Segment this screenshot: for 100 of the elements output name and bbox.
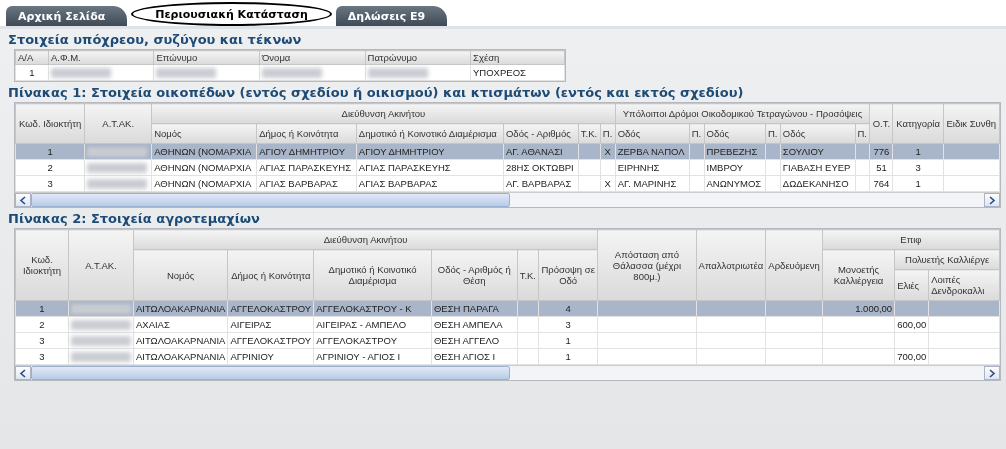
column-header: Απαλλοτριωτέα: [696, 229, 766, 301]
table-row[interactable]: 3 ΑΙΤΩΛΟΑΚΑΡΝΑΝΙΑ ΑΓΓΕΛΟΚΑΣΤΡΟΥ ΑΓΓΕΛΟΚΑΣΤΡΟΥ ΘΕΣΗ ΑΓΓΕΛΟ 1: [15, 332, 1000, 349]
column-header: Υπόλοιποι Δρόμοι Οικοδομικού Τετραγώνου - Προσόψεις: [615, 103, 870, 124]
table-cell: 1: [538, 348, 598, 365]
table-cell: 28ΗΣ ΟΚΤΩΒΡΙ: [503, 159, 579, 176]
table-cell: 700,00: [894, 348, 929, 365]
scroll-left-icon[interactable]: [15, 193, 31, 207]
horizontal-scrollbar[interactable]: [15, 192, 1000, 207]
table-cell: ΑΓΙΑΣ ΠΑΡΑΣΚΕΥΗΣ: [356, 159, 504, 176]
scroll-thumb[interactable]: [31, 193, 510, 207]
column-header: Διεύθυνση Ακινήτου: [133, 229, 598, 250]
table-cell: ΑΓ. ΒΑΡΒΑΡΑΣ: [503, 175, 579, 192]
table-cell: ΑΙΤΩΛΟΑΚΑΡΝΑΝΙΑ: [133, 348, 228, 365]
table-cell: ΑΘΗΝΩΝ (ΝΟΜΑΡΧΙΑ: [151, 175, 257, 192]
table-row[interactable]: 2 ΑΘΗΝΩΝ (ΝΟΜΑΡΧΙΑ ΑΓΙΑΣ ΠΑΡΑΣΚΕΥΗΣ ΑΓΙΑΣ ΠΑΡΑΣΚΕΥΗΣ 28ΗΣ ΟΚΤΩΒΡΙ ΕΙΡΗΝΗΣ ΙΜΒΡΟΥ ΓΙΑΒΑΣΗ ΕΥΕΡ 51 3: [15, 159, 1000, 176]
table-cell: ΘΕΣΗ ΑΓΙΟΣ Ι: [431, 348, 518, 365]
column-header: Πατρώνυμο: [365, 50, 471, 65]
redacted-block: [87, 162, 148, 173]
table-cell: ΘΕΣΗ ΑΜΠΕΛΑ: [431, 316, 518, 333]
tab[interactable]: Δηλώσεις Ε9: [335, 6, 448, 26]
redacted-block: [70, 351, 131, 362]
table-cell: ΕΙΡΗΝΗΣ: [615, 159, 690, 176]
table-cell: Χ: [600, 175, 616, 192]
table-cell: ΑΓΡΙΝΙΟΥ: [227, 348, 314, 365]
column-header: Όνομα: [259, 50, 365, 65]
table-cell: 600,00: [894, 316, 929, 333]
table-cell: 1: [893, 175, 944, 192]
table-cell: ΥΠΟΧΡΕΟΣ: [470, 64, 565, 81]
scroll-thumb[interactable]: [31, 366, 510, 380]
redacted-block: [70, 303, 131, 314]
column-header: Α.Τ.ΑΚ.: [84, 103, 152, 144]
column-header: Δημοτικό ή Κοινοτικό Διαμέρισμα: [313, 249, 432, 301]
tab[interactable]: Περιουσιακή Κατάσταση: [131, 2, 332, 26]
table-cell: ΔΩΔΕΚΑΝΗΣΟ: [780, 175, 855, 192]
table-cell: 1: [538, 332, 598, 349]
table-cell: 2: [15, 316, 69, 333]
section-title: Πίνακας 1: Στοιχεία οικοπέδων (εντός σχεδίου ή οικισμού) και κτισμάτων (εντός και εκτός σχεδίου): [8, 85, 745, 100]
column-header: Οδός - Αριθμός ή Θέση: [431, 249, 518, 301]
table-row[interactable]: 1 ΑΘΗΝΩΝ (ΝΟΜΑΡΧΙΑ ΑΓΙΟΥ ΔΗΜΗΤΡΙΟΥ ΑΓΙΟΥ ΔΗΜΗΤΡΙΟΥ ΑΓ. ΑΘΑΝΑΣΙ Χ ΖΕΡΒΑ ΝΑΠΟΛ ΠΡΕΒΕΖΗΣ ΣΟΥΛΙΟΥ 776 1: [15, 143, 1000, 160]
redacted-block: [262, 67, 322, 78]
column-header: Απόσταση από Θάλασσα (μέχρι 800μ.): [597, 229, 697, 301]
table-cell: ΑΓΓΕΛΟΚΑΣΤΡΟΥ: [313, 332, 432, 349]
table-cell: ΑΙΤΩΛΟΑΚΑΡΝΑΝΙΑ: [133, 332, 228, 349]
scroll-right-icon[interactable]: [984, 193, 1000, 207]
table-row[interactable]: 2 ΑΧΑΙΑΣ ΑΙΓΕΙΡΑΣ ΑΙΓΕΙΡΑΣ - ΑΜΠΕΛΟ ΘΕΣΗ ΑΜΠΕΛΑ 3 600,00: [15, 316, 1000, 333]
table-cell: ΑΓ. ΜΑΡΙΝΗΣ: [615, 175, 690, 192]
horizontal-scrollbar[interactable]: [15, 365, 1000, 380]
redacted-block: [156, 67, 217, 78]
table-cell: ΙΜΒΡΟΥ: [704, 159, 766, 176]
table-cell: ΑΓΓΕΛΟΚΑΣΤΡΟΥ: [227, 332, 314, 349]
table-cell: 3: [893, 159, 944, 176]
section-title: Πίνακας 2: Στοιχεία αγροτεμαχίων: [8, 211, 261, 226]
table-cell: ΑΝΩΝΥΜΟΣ: [704, 175, 766, 192]
column-header: Επώνυμο: [154, 50, 260, 65]
table-cell: ΑΓΙΑΣ ΒΑΡΒΑΡΑΣ: [256, 175, 357, 192]
column-header: Δήμος ή Κοινότητα: [227, 249, 314, 301]
table-cell: 3: [15, 175, 85, 192]
tab[interactable]: Αρχική Σελίδα: [6, 6, 128, 26]
table-cell: ΑΧΑΙΑΣ: [133, 316, 228, 333]
table-row[interactable]: 3 ΑΙΤΩΛΟΑΚΑΡΝΑΝΙΑ ΑΓΡΙΝΙΟΥ ΑΓΡΙΝΙΟΥ - ΑΓΙΟΣ Ι ΘΕΣΗ ΑΓΙΟΣ Ι 1 700,00: [15, 348, 1000, 365]
table-cell: ΑΘΗΝΩΝ (ΝΟΜΑΡΧΙΑ: [151, 159, 257, 176]
section-title: Στοιχεία υπόχρεου, συζύγου και τέκνων: [8, 32, 303, 47]
redacted-block: [70, 335, 131, 346]
scroll-right-icon[interactable]: [984, 366, 1000, 380]
table-cell: 3: [15, 348, 69, 365]
scroll-left-icon[interactable]: [15, 366, 31, 380]
column-header: Διεύθυνση Ακινήτου: [151, 103, 616, 124]
column-header: Α.Φ.Μ.: [48, 50, 154, 65]
table-cell: ΑΙΓΕΙΡΑΣ - ΑΜΠΕΛΟ: [313, 316, 432, 333]
table-cell: ΑΓΙΑΣ ΒΑΡΒΑΡΑΣ: [356, 175, 504, 192]
column-header: Σχέση: [470, 50, 565, 65]
redacted-block: [50, 67, 111, 78]
column-header: Αρδευόμενη: [765, 229, 823, 301]
table-row[interactable]: 1 ΑΙΤΩΛΟΑΚΑΡΝΑΝΙΑ ΑΓΓΕΛΟΚΑΣΤΡΟΥ ΑΓΓΕΛΟΚΑΣΤΡΟΥ - Κ ΘΕΣΗ ΠΑΡΑΓΑ 4 1.000,00: [15, 300, 1000, 317]
column-header: Μονοετής Καλλιέργεια: [822, 249, 895, 301]
redacted-block: [87, 146, 148, 157]
column-header: Κωδ. Ιδιοκτήτη: [15, 103, 85, 144]
column-header: Ο.Τ.: [869, 103, 893, 144]
redacted-block: [367, 67, 428, 78]
redacted-block: [70, 319, 131, 330]
column-header: Α.Τ.ΑΚ.: [68, 229, 134, 301]
table-cell: ΘΕΣΗ ΑΓΓΕΛΟ: [431, 332, 518, 349]
table-cell: 3: [15, 332, 69, 349]
table-cell: 51: [869, 159, 893, 176]
column-header: Πρόσοψη σε Οδό: [538, 249, 598, 301]
table-row[interactable]: 1 ΥΠΟΧΡΕΟΣ: [15, 64, 565, 81]
table-cell: 1: [15, 64, 49, 81]
table-cell: ΑΓΡΙΝΙΟΥ - ΑΓΙΟΣ Ι: [313, 348, 432, 365]
redacted-block: [87, 178, 148, 189]
column-header: Κατηγορία: [893, 103, 944, 144]
table-cell: 3: [538, 316, 598, 333]
column-header: Α/Α: [15, 50, 49, 65]
column-header: Επιφ: [822, 229, 1000, 250]
column-header: Λοιπές Δενδροκαλλι: [928, 269, 1000, 301]
column-header: Ειδικ Συνθη: [943, 103, 1000, 144]
table-cell: ΑΓΙΑΣ ΠΑΡΑΣΚΕΥΗΣ: [256, 159, 357, 176]
table-row[interactable]: 3 ΑΘΗΝΩΝ (ΝΟΜΑΡΧΙΑ ΑΓΙΑΣ ΒΑΡΒΑΡΑΣ ΑΓΙΑΣ ΒΑΡΒΑΡΑΣ ΑΓ. ΒΑΡΒΑΡΑΣ Χ ΑΓ. ΜΑΡΙΝΗΣ ΑΝΩΝΥΜΟΣ ΔΩΔΕΚΑΝΗΣΟ 764 1: [15, 175, 1000, 192]
column-header: Κωδ. Ιδιοκτήτη: [15, 229, 69, 301]
table-cell: ΓΙΑΒΑΣΗ ΕΥΕΡ: [780, 159, 855, 176]
table-cell: ΑΙΓΕΙΡΑΣ: [227, 316, 314, 333]
